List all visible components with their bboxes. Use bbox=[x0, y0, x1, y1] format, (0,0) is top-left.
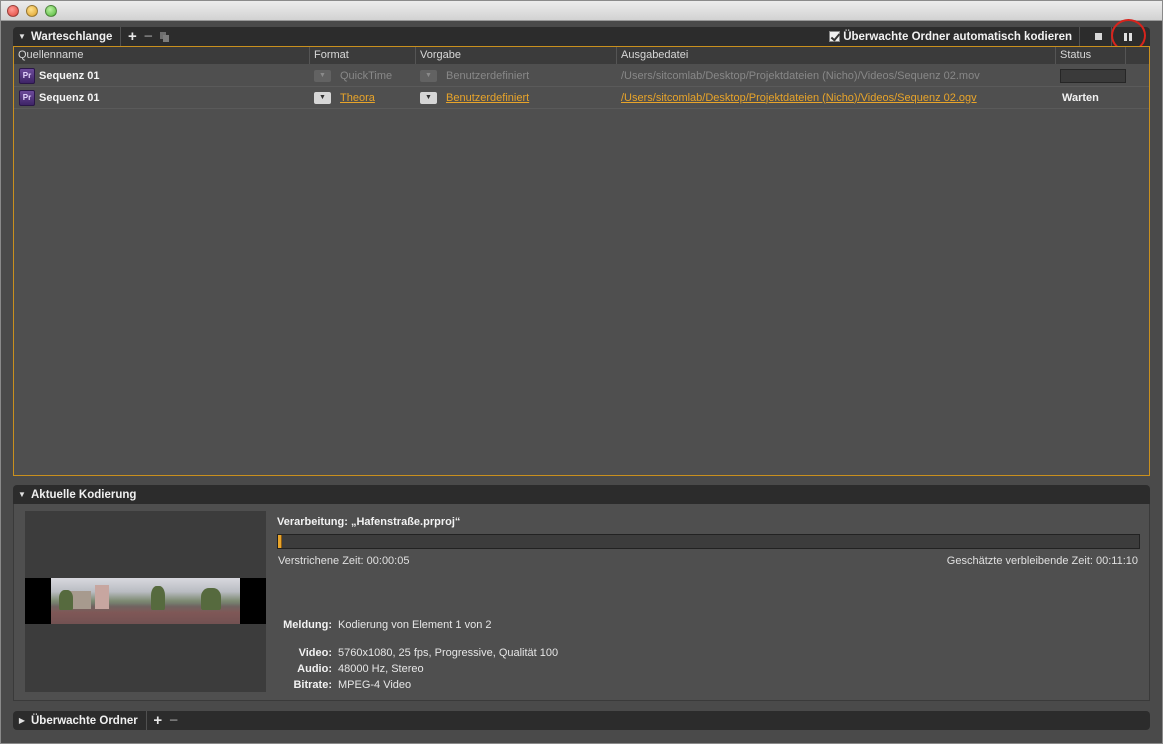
audio-label: Audio: bbox=[297, 663, 332, 675]
format-value[interactable]: QuickTime bbox=[340, 70, 392, 82]
column-header-format[interactable]: Format bbox=[310, 47, 416, 64]
queue-column-headers: Quellenname Format Vorgabe Ausgabedatei … bbox=[14, 47, 1149, 64]
duplicate-button[interactable] bbox=[156, 27, 172, 46]
output-file-link[interactable]: /Users/sitcomlab/Desktop/Projektdateien … bbox=[621, 70, 980, 82]
watch-folders-panel-header: ▶ Überwachte Ordner + − bbox=[13, 711, 1150, 730]
divider bbox=[1079, 27, 1080, 46]
format-dropdown-icon[interactable]: ▼ bbox=[314, 91, 331, 104]
column-header-output[interactable]: Ausgabedatei bbox=[617, 47, 1056, 64]
auto-encode-option[interactable]: Überwachte Ordner automatisch kodieren bbox=[829, 27, 1072, 46]
preset-value[interactable]: Benutzerdefiniert bbox=[446, 92, 529, 104]
table-row[interactable]: Pr Sequenz 01 ▼ QuickTime ▼ Benutzerdefi… bbox=[14, 65, 1149, 87]
duplicate-icon bbox=[159, 31, 169, 42]
video-label: Video: bbox=[298, 647, 332, 659]
encoding-progress-bar bbox=[277, 534, 1140, 549]
remaining-time: Geschätzte verbleibende Zeit: 00:11:10 bbox=[946, 555, 1138, 567]
column-header-source[interactable]: Quellenname bbox=[14, 47, 310, 64]
column-header-status[interactable]: Status bbox=[1056, 47, 1126, 64]
encoding-title: Aktuelle Kodierung bbox=[31, 488, 137, 501]
source-name: Sequenz 01 bbox=[39, 69, 100, 82]
divider bbox=[120, 27, 122, 46]
watch-folders-title: Überwachte Ordner bbox=[31, 714, 138, 727]
encoding-info: Meldung: Kodierung von Element 1 von 2 V… bbox=[277, 619, 558, 691]
collapse-triangle-icon[interactable]: ▼ bbox=[13, 490, 31, 499]
minimize-window-button[interactable] bbox=[26, 5, 38, 17]
elapsed-time: Verstrichene Zeit: 00:00:05 bbox=[278, 555, 410, 567]
output-file-link[interactable]: /Users/sitcomlab/Desktop/Projektdateien … bbox=[621, 92, 977, 104]
remove-source-button[interactable]: − bbox=[140, 27, 156, 46]
video-value: 5760x1080, 25 fps, Progressive, Qualität… bbox=[338, 647, 559, 659]
preset-dropdown-icon[interactable]: ▼ bbox=[420, 69, 437, 82]
stop-queue-button[interactable] bbox=[1090, 27, 1106, 46]
message-value: Kodierung von Element 1 von 2 bbox=[338, 619, 492, 631]
media-encoder-window: ▼ Warteschlange + − Überwachte Ordner au… bbox=[0, 0, 1163, 744]
premiere-sequence-icon: Pr bbox=[19, 67, 35, 84]
queue-list[interactable]: Quellenname Format Vorgabe Ausgabedatei … bbox=[13, 46, 1150, 476]
add-watch-folder-button[interactable]: + bbox=[150, 711, 166, 730]
preset-dropdown-icon[interactable]: ▼ bbox=[420, 91, 437, 104]
table-row[interactable]: Pr Sequenz 01 ▼ Theora ▼ Benutzerdefinie… bbox=[14, 87, 1149, 109]
auto-encode-checkbox[interactable] bbox=[829, 31, 841, 42]
close-window-button[interactable] bbox=[7, 5, 19, 17]
remove-watch-folder-button[interactable]: − bbox=[166, 711, 182, 730]
queue-title: Warteschlange bbox=[31, 30, 113, 43]
collapse-triangle-icon[interactable]: ▼ bbox=[13, 32, 31, 41]
preview-thumbnail bbox=[51, 578, 240, 624]
status-progress-box bbox=[1060, 68, 1126, 83]
premiere-sequence-icon: Pr bbox=[19, 89, 35, 106]
encoding-panel: Verarbeitung: „Hafenstraße.prproj“ Verst… bbox=[13, 504, 1150, 701]
stop-icon bbox=[1094, 33, 1102, 40]
column-header-preset[interactable]: Vorgabe bbox=[416, 47, 617, 64]
add-source-button[interactable]: + bbox=[124, 27, 140, 46]
bitrate-label: Bitrate: bbox=[293, 679, 332, 691]
status-text: Warten bbox=[1062, 91, 1099, 104]
preset-value[interactable]: Benutzerdefiniert bbox=[446, 70, 529, 82]
processing-label: Verarbeitung: „Hafenstraße.prproj“ bbox=[277, 516, 461, 528]
encoding-panel-header: ▼ Aktuelle Kodierung bbox=[13, 485, 1150, 504]
source-name: Sequenz 01 bbox=[39, 91, 100, 104]
auto-encode-label: Überwachte Ordner automatisch kodieren bbox=[843, 30, 1072, 43]
title-bar bbox=[1, 1, 1162, 21]
message-label: Meldung: bbox=[283, 619, 332, 631]
format-value[interactable]: Theora bbox=[340, 92, 375, 104]
format-dropdown-icon[interactable]: ▼ bbox=[314, 69, 331, 82]
encoding-progress-fill bbox=[278, 535, 283, 548]
queue-panel-header: ▼ Warteschlange + − Überwachte Ordner au… bbox=[13, 19, 1150, 52]
video-preview bbox=[25, 511, 266, 692]
bitrate-value: MPEG-4 Video bbox=[338, 679, 412, 691]
expand-triangle-icon[interactable]: ▶ bbox=[13, 716, 31, 725]
divider bbox=[145, 711, 147, 730]
audio-value: 48000 Hz, Stereo bbox=[338, 663, 424, 675]
video-frame bbox=[25, 578, 266, 624]
zoom-window-button[interactable] bbox=[45, 5, 57, 17]
